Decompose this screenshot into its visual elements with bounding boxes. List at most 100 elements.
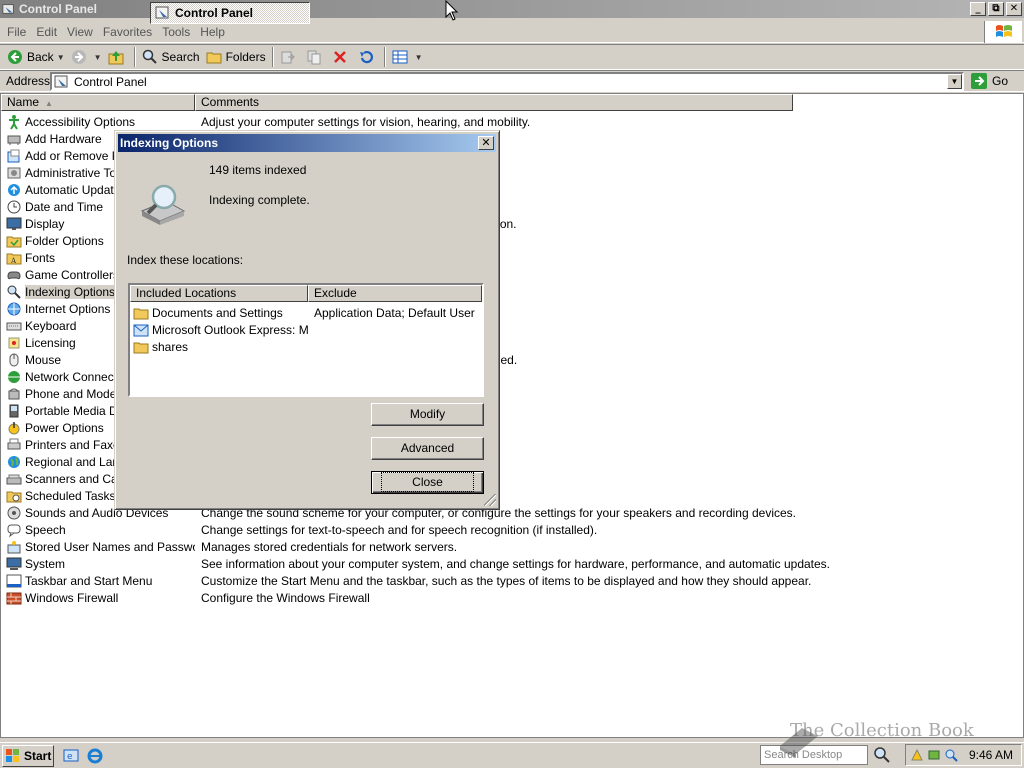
mouse-icon: [9, 353, 19, 366]
folders-icon: [206, 52, 222, 64]
resize-grip[interactable]: [484, 494, 496, 506]
locations-column-headers: Included Locations Exclude: [130, 285, 482, 302]
close-button-label: Close: [381, 472, 474, 492]
folder-icon: [133, 342, 149, 353]
menu-file[interactable]: File: [2, 23, 31, 41]
list-item-comment: Change settings for text-to-speech and f…: [201, 522, 598, 537]
undo-icon: [359, 50, 373, 64]
column-header-exclude[interactable]: Exclude: [308, 285, 482, 302]
address-bar: Address Control Panel ▼ Go: [0, 70, 1024, 92]
move-to-icon: [281, 51, 295, 64]
location-row[interactable]: Documents and Settings Application Data; …: [130, 304, 482, 321]
tray-update-icon[interactable]: [910, 748, 924, 762]
undo-button[interactable]: [355, 46, 381, 68]
fonts-icon: A: [6, 253, 22, 265]
indexing-icon: [7, 285, 21, 299]
sound-icon: [7, 506, 21, 519]
start-button[interactable]: Start: [2, 744, 54, 767]
back-dropdown-icon[interactable]: ▼: [57, 53, 65, 62]
control-panel-icon: [2, 4, 14, 14]
location-row[interactable]: shares: [130, 338, 482, 355]
folders-label: Folders: [225, 50, 266, 64]
list-item-name: Speech: [25, 522, 66, 537]
back-button[interactable]: Back ▼: [4, 46, 68, 68]
dialog-close-action-button[interactable]: Close: [371, 471, 484, 494]
maximize-button[interactable]: ⧉: [988, 2, 1004, 16]
column-comments-label: Comments: [201, 95, 260, 109]
internet-explorer-icon[interactable]: [86, 747, 104, 765]
location-name: shares: [152, 339, 189, 354]
copy-to-icon: [307, 50, 321, 65]
search-icon: [142, 49, 157, 64]
views-dropdown-icon[interactable]: ▼: [415, 53, 423, 62]
column-name-label: Name: [7, 95, 40, 109]
scanner-icon: [6, 474, 22, 484]
forward-arrow-icon: [71, 50, 86, 64]
tasks-folder-icon: [6, 491, 22, 502]
back-arrow-icon: [8, 50, 22, 64]
menu-help[interactable]: Help: [195, 23, 230, 41]
taskbar: Start e: [0, 742, 1024, 768]
modify-button[interactable]: Modify: [371, 403, 484, 426]
add-remove-icon: [7, 149, 20, 162]
views-button[interactable]: ▼: [389, 46, 426, 68]
menu-edit[interactable]: Edit: [31, 23, 62, 41]
list-item[interactable]: Stored User Names and Passwords Manages s…: [1, 538, 1001, 555]
svg-text:A: A: [10, 257, 17, 265]
show-desktop-icon[interactable]: e: [62, 747, 80, 765]
minimize-button[interactable]: _: [970, 2, 986, 16]
go-button[interactable]: Go: [970, 72, 1008, 90]
up-folder-button[interactable]: [105, 46, 131, 68]
menu-favorites[interactable]: Favorites: [98, 23, 157, 41]
address-input[interactable]: Control Panel ▼: [50, 72, 964, 91]
column-header-name[interactable]: Name ▲: [1, 94, 195, 111]
dialog-title: Indexing Options: [120, 136, 218, 150]
column-header-included[interactable]: Included Locations: [130, 285, 308, 302]
address-dropdown-icon[interactable]: ▼: [947, 74, 962, 89]
toolbar-separator: [271, 47, 274, 67]
delete-button[interactable]: [329, 46, 355, 68]
move-to-button[interactable]: [277, 46, 303, 68]
list-item[interactable]: Accessibility Options Adjust your compute…: [1, 113, 1001, 130]
firewall-icon: [6, 592, 22, 604]
column-header-comments[interactable]: Comments: [195, 94, 793, 111]
dialog-title-bar[interactable]: Indexing Options ✕: [118, 134, 496, 152]
internet-icon: [7, 302, 21, 315]
list-item-comment: See information about your computer syst…: [201, 556, 831, 571]
copy-to-button[interactable]: [303, 46, 329, 68]
tray-search-icon[interactable]: [944, 748, 958, 762]
forward-button[interactable]: ▼: [68, 46, 105, 68]
list-item[interactable]: System See information about your compute…: [1, 555, 1001, 572]
list-item-name: Stored User Names and Passwords: [25, 539, 195, 554]
svg-text:e: e: [67, 752, 73, 762]
media-device-icon: [9, 404, 19, 417]
search-button[interactable]: Search: [139, 46, 203, 68]
tray-network-icon[interactable]: [927, 748, 941, 762]
list-item[interactable]: Taskbar and Start Menu Customize the Star…: [1, 572, 1001, 589]
list-item[interactable]: Speech Change settings for text-to-speech…: [1, 521, 1001, 538]
taskbar-icon: [6, 574, 22, 587]
list-item[interactable]: Windows Firewall Configure the Windows Fi…: [1, 589, 1001, 606]
network-icon: [8, 370, 20, 383]
standard-toolbar: Back ▼ ▼ Search Folders ▼: [0, 44, 1024, 70]
outlook-express-icon: [133, 324, 149, 336]
included-locations-list[interactable]: Included Locations Exclude Documents and…: [128, 283, 484, 397]
close-button[interactable]: ✕: [1006, 2, 1022, 16]
advanced-button[interactable]: Advanced: [371, 437, 484, 460]
forward-dropdown-icon[interactable]: ▼: [94, 53, 102, 62]
system-tray: 9:46 AM: [905, 744, 1022, 766]
power-icon: [8, 421, 20, 434]
credentials-icon: [7, 540, 21, 553]
control-panel-icon: [54, 75, 68, 87]
taskbar-control-panel-button[interactable]: Control Panel: [150, 2, 310, 24]
desktop-search-icon[interactable]: [872, 745, 892, 765]
search-label: Search: [161, 50, 200, 64]
quick-launch: e: [62, 747, 104, 765]
licensing-icon: [8, 337, 20, 348]
dialog-close-button[interactable]: ✕: [478, 136, 494, 150]
menu-view[interactable]: View: [62, 23, 98, 41]
folders-button[interactable]: Folders: [203, 46, 269, 68]
globe-icon: [8, 455, 20, 468]
menu-tools[interactable]: Tools: [157, 23, 195, 41]
location-row[interactable]: Microsoft Outlook Express: M...: [130, 321, 482, 338]
